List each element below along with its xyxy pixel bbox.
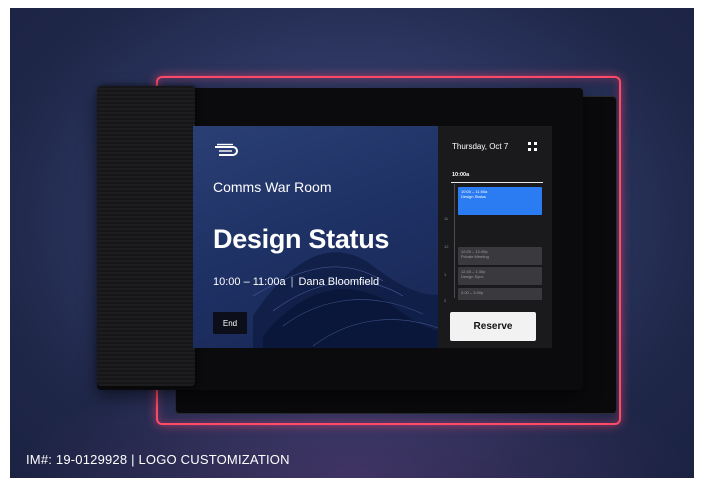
wave-artwork <box>253 252 438 348</box>
schedule-timeline <box>454 184 455 298</box>
meeting-time: 10:00 – 11:00a <box>213 276 286 288</box>
hour-tick: 1 <box>444 272 447 277</box>
schedule-event[interactable]: 12:00 – 12:45p Private Meeting <box>458 247 542 265</box>
current-time-line <box>451 182 543 183</box>
meeting-details: 10:00 – 11:00a | Dana Bloomfield <box>213 276 379 288</box>
device-screen: Comms War Room Design Status 10:00 – 11:… <box>193 126 552 348</box>
schedule-date: Thursday, Oct 7 <box>452 142 509 151</box>
hour-tick: 12 <box>444 244 449 249</box>
reserve-button[interactable]: Reserve <box>450 312 536 341</box>
room-name: Comms War Room <box>213 179 332 195</box>
event-title: Design Status <box>461 194 486 199</box>
schedule-event[interactable]: 2:00 – 3:00p <box>458 288 542 300</box>
end-meeting-button[interactable]: End <box>213 312 247 334</box>
meeting-organizer: Dana Bloomfield <box>298 276 380 288</box>
schedule-event[interactable]: 12:45 – 1:30p Design Sync <box>458 267 542 285</box>
grid-dots-icon[interactable] <box>528 142 537 151</box>
meeting-separator: | <box>290 276 294 288</box>
hour-tick: 11 <box>444 216 449 221</box>
event-time: 2:00 – 3:00p <box>461 290 484 295</box>
schedule-event-current[interactable]: 10:00 – 11:00a Design Status <box>458 187 542 215</box>
schedule-pane: Thursday, Oct 7 10:00a 11 12 1 2 10:00 –… <box>438 126 552 348</box>
current-time-label: 10:00a <box>452 172 470 178</box>
meeting-pane: Comms War Room Design Status 10:00 – 11:… <box>193 126 438 348</box>
hour-tick: 2 <box>444 298 447 303</box>
brand-logo-icon <box>215 143 238 156</box>
meeting-title: Design Status <box>213 224 390 254</box>
image-caption: IM#: 19-0129928 | LOGO CUSTOMIZATION <box>26 452 290 467</box>
event-title: Design Sync <box>461 274 484 279</box>
event-title: Private Meeting <box>461 254 489 259</box>
device-side-panel <box>97 86 195 386</box>
